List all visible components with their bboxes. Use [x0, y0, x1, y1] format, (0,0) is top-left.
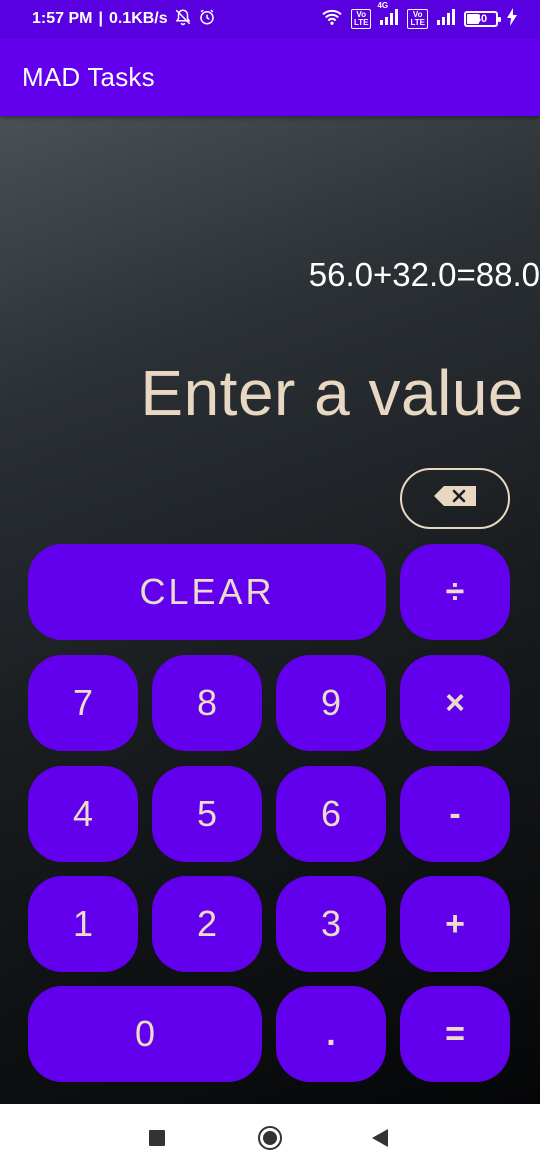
equals-button[interactable]: = [400, 986, 510, 1082]
key-3-button[interactable]: 3 [276, 876, 386, 972]
add-button[interactable]: + [400, 876, 510, 972]
home-icon[interactable] [258, 1126, 282, 1150]
wifi-icon [321, 8, 343, 31]
key-1-button[interactable]: 1 [28, 876, 138, 972]
key-0-button[interactable]: 0 [28, 986, 262, 1082]
volte-icon: Vo LTE [350, 9, 372, 29]
app-title: MAD Tasks [22, 61, 155, 92]
backspace-button[interactable] [400, 468, 510, 529]
app-bar: MAD Tasks [0, 38, 540, 116]
clear-button[interactable]: CLEAR [28, 544, 386, 640]
charging-icon [506, 7, 518, 31]
key-9-button[interactable]: 9 [276, 655, 386, 751]
alarm-icon [198, 8, 216, 31]
key-2-button[interactable]: 2 [152, 876, 262, 972]
notifications-off-icon [174, 8, 192, 31]
divide-button[interactable]: ÷ [400, 544, 510, 640]
signal-icon: 4G [377, 1, 399, 30]
network-speed: 0.1KB/s [108, 10, 168, 27]
subtract-button[interactable]: - [400, 766, 510, 862]
calculator: 56.0+32.0=88.0 Enter a value CLEAR ÷ 7 8… [0, 116, 540, 1104]
network-type: 4G [377, 0, 389, 10]
key-7-button[interactable]: 7 [28, 655, 138, 751]
key-8-button[interactable]: 8 [152, 655, 262, 751]
key-4-button[interactable]: 4 [28, 766, 138, 862]
key-6-button[interactable]: 6 [276, 766, 386, 862]
status-bar: 1:57 PM | 0.1KB/s Vo LTE 4G Vo LTE 40 [0, 0, 540, 38]
calculation-history: 56.0+32.0=88.0 [308, 256, 540, 293]
multiply-button[interactable]: × [400, 655, 510, 751]
system-nav-bar [0, 1104, 540, 1170]
volte-icon-2: Vo LTE [407, 9, 428, 29]
recents-icon[interactable] [149, 1130, 165, 1146]
signal-icon-2 [436, 8, 456, 30]
backspace-icon [432, 485, 478, 512]
decimal-button[interactable]: . [276, 986, 386, 1082]
key-5-button[interactable]: 5 [152, 766, 262, 862]
calculator-display: Enter a value [140, 357, 524, 429]
battery-level: 40 [474, 13, 488, 25]
battery-icon: 40 [464, 11, 501, 27]
status-time: 1:57 PM [32, 10, 93, 27]
back-icon[interactable] [372, 1129, 388, 1147]
